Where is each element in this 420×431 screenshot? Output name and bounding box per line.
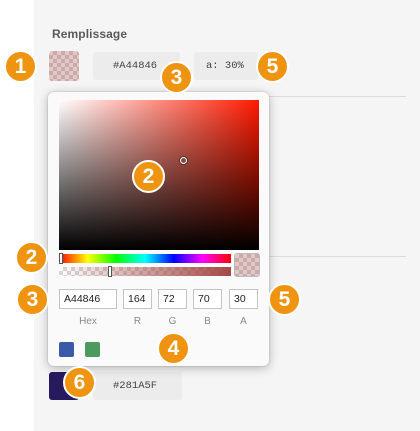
fill-swatch[interactable] bbox=[49, 51, 79, 81]
hex-input[interactable]: A44846 bbox=[59, 289, 117, 309]
green-input[interactable]: 72 bbox=[158, 289, 187, 309]
second-hex-field-value: #281A5F bbox=[113, 380, 158, 392]
section-title: Remplissage bbox=[52, 27, 128, 41]
hue-slider-handle[interactable] bbox=[59, 253, 63, 264]
callout-1: 1 bbox=[4, 50, 37, 83]
alpha-input-value: 30 bbox=[234, 293, 246, 305]
callout-3-inputs: 3 bbox=[16, 283, 49, 316]
blue-input[interactable]: 70 bbox=[193, 289, 222, 309]
callout-5-inputs: 5 bbox=[268, 283, 301, 316]
callout-2-sliders: 2 bbox=[15, 241, 48, 274]
divider bbox=[269, 256, 406, 257]
callout-3-header: 3 bbox=[160, 61, 193, 94]
green-label: G bbox=[168, 316, 177, 327]
color-preview bbox=[235, 254, 259, 276]
green-input-value: 72 bbox=[163, 293, 175, 305]
callout-5-header: 5 bbox=[256, 50, 289, 83]
red-label: R bbox=[133, 316, 142, 327]
hex-field-value: #A44846 bbox=[113, 60, 158, 72]
hue-slider[interactable] bbox=[59, 253, 231, 264]
alpha-slider-handle[interactable] bbox=[108, 266, 112, 277]
hex-input-value: A44846 bbox=[64, 293, 101, 305]
alpha-input[interactable]: 30 bbox=[229, 289, 258, 309]
callout-2-sv-area: 2 bbox=[132, 160, 165, 193]
blue-input-value: 70 bbox=[198, 293, 210, 305]
preset-swatch-green[interactable] bbox=[85, 342, 100, 357]
divider bbox=[269, 96, 406, 97]
alpha-label: A bbox=[240, 316, 247, 327]
alpha-field[interactable]: a: 30% bbox=[194, 52, 258, 80]
second-hex-field[interactable]: #281A5F bbox=[93, 372, 182, 400]
blue-label: B bbox=[204, 316, 211, 327]
alpha-slider[interactable] bbox=[59, 266, 231, 277]
hex-label: Hex bbox=[79, 316, 97, 327]
callout-4: 4 bbox=[157, 332, 190, 365]
saturation-value-handle[interactable] bbox=[180, 157, 187, 164]
preset-swatch-blue[interactable] bbox=[59, 342, 74, 357]
red-input-value: 164 bbox=[128, 293, 146, 305]
alpha-field-value: a: 30% bbox=[206, 60, 244, 72]
red-input[interactable]: 164 bbox=[123, 289, 152, 309]
callout-6: 6 bbox=[63, 366, 96, 399]
color-picker-popover: A44846 164 72 70 30 Hex R G B A bbox=[48, 92, 269, 366]
